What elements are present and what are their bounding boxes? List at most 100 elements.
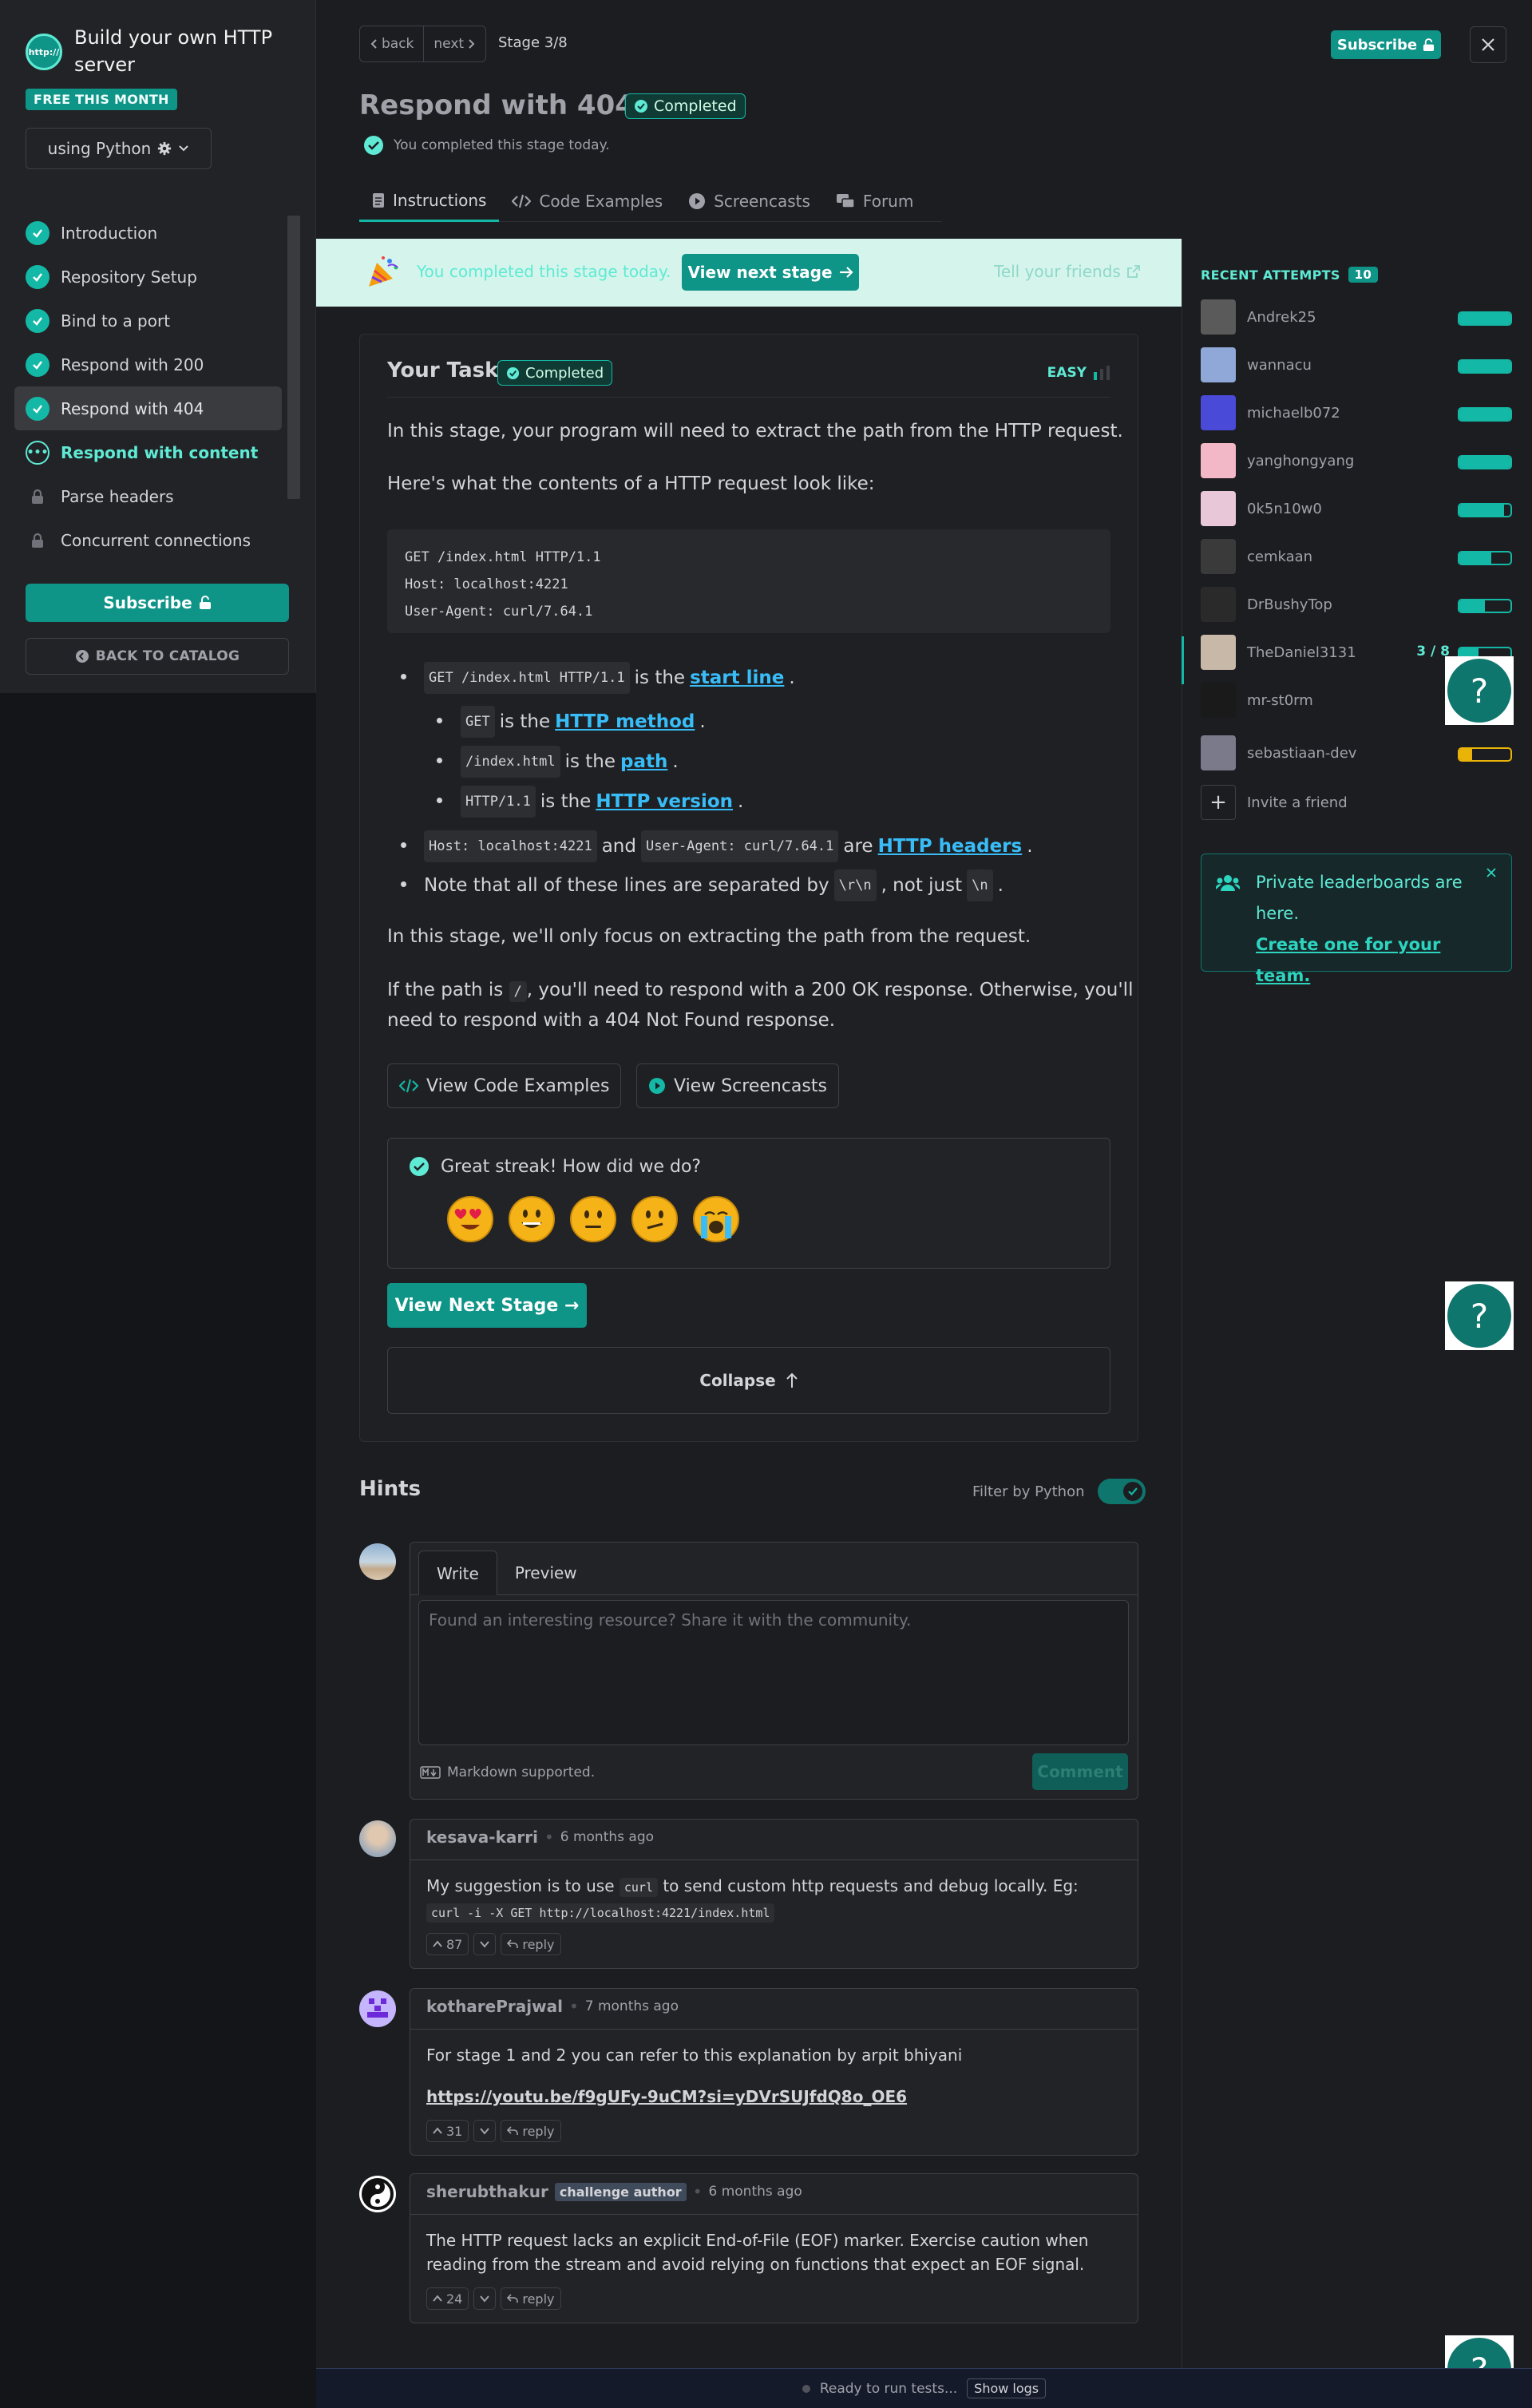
stage-item-repository-setup[interactable]: Repository Setup <box>14 255 282 299</box>
back-to-catalog-button[interactable]: BACK TO CATALOG <box>26 638 289 675</box>
attempt-row[interactable]: cemkaan <box>1201 538 1512 575</box>
help-button[interactable]: ? <box>1445 1281 1514 1350</box>
collapse-label: Collapse <box>699 1371 776 1390</box>
stage-item-concurrent-connections[interactable]: Concurrent connections <box>14 518 282 562</box>
stage-item-respond-200[interactable]: Respond with 200 <box>14 343 282 386</box>
comment-submit-button[interactable]: Comment <box>1032 1753 1128 1790</box>
avatar <box>1201 635 1236 670</box>
comment-composer: Write Preview Found an interesting resou… <box>410 1542 1138 1800</box>
downvote-button[interactable] <box>473 1933 497 1955</box>
show-logs-button[interactable]: Show logs <box>967 2378 1047 2398</box>
attempt-username: michaelb072 <box>1247 404 1340 422</box>
stage-label: Respond with 404 <box>61 398 204 418</box>
header-subscribe-button[interactable]: Subscribe <box>1331 30 1441 59</box>
completed-note-text: You completed this stage today. <box>394 137 610 153</box>
stage-label: Repository Setup <box>61 267 197 287</box>
stage-item-introduction[interactable]: Introduction <box>14 211 282 255</box>
composer-tabs: Write Preview <box>418 1551 595 1595</box>
confused-emoji-icon[interactable] <box>631 1196 678 1242</box>
next-button[interactable]: next <box>423 26 485 61</box>
http-version-link[interactable]: HTTP version <box>596 788 733 815</box>
start-line-link[interactable]: start line <box>690 664 784 691</box>
preview-tab[interactable]: Preview <box>497 1551 595 1595</box>
badge-label: Completed <box>525 364 604 382</box>
completed-note: You completed this stage today. <box>363 135 610 156</box>
comment-text: My suggestion is to use <box>426 1876 615 1895</box>
progress-bar <box>1458 455 1512 469</box>
attempt-row[interactable]: Andrek25 <box>1201 299 1512 335</box>
reply-button[interactable]: reply <box>501 2287 561 2310</box>
upvote-button[interactable]: 31 <box>426 2120 469 2142</box>
bullet-item: Note that all of these lines are separat… <box>424 869 1004 901</box>
comment-author[interactable]: kotharePrajwal <box>426 1997 563 2016</box>
language-selector[interactable]: using Python <box>26 128 212 169</box>
downvote-button[interactable] <box>473 2120 497 2142</box>
attempt-row[interactable]: sebastiaan-dev <box>1201 735 1512 771</box>
app-root: http:// Build your own HTTP server FREE … <box>0 0 1532 2408</box>
view-next-stage-button[interactable]: View next stage <box>682 254 859 291</box>
reply-button[interactable]: reply <box>501 2120 561 2142</box>
view-screencasts-button[interactable]: View Screencasts <box>636 1063 839 1108</box>
invite-friend-button[interactable]: + Invite a friend <box>1201 785 1348 820</box>
heart-eyes-emoji-icon[interactable] <box>447 1196 493 1242</box>
path-link[interactable]: path <box>620 748 667 775</box>
bullet-text: is the <box>634 667 686 688</box>
attempt-row[interactable]: DrBushyTop <box>1201 586 1512 623</box>
inline-code: curl -i -X GET http://localhost:4221/ind… <box>426 1903 775 1923</box>
close-icon[interactable] <box>1486 867 1497 878</box>
reply-button[interactable]: reply <box>501 1933 561 1955</box>
upvote-button[interactable]: 24 <box>426 2287 469 2310</box>
sidebar-scrollbar[interactable] <box>287 216 300 499</box>
inline-code: GET <box>461 706 495 738</box>
grin-emoji-icon[interactable] <box>509 1196 555 1242</box>
attempt-row[interactable]: yanghongyang <box>1201 442 1512 479</box>
write-tab[interactable]: Write <box>418 1551 497 1595</box>
downvote-button[interactable] <box>473 2287 497 2310</box>
stage-item-respond-content[interactable]: ••• Respond with content <box>14 430 282 474</box>
upvote-button[interactable]: 87 <box>426 1933 469 1955</box>
view-code-examples-button[interactable]: View Code Examples <box>387 1063 622 1108</box>
attempt-row[interactable]: 0k5n10w0 <box>1201 490 1512 527</box>
stage-item-bind-to-port[interactable]: Bind to a port <box>14 299 282 343</box>
collapse-button[interactable]: Collapse <box>387 1347 1110 1414</box>
comment-input[interactable]: Found an interesting resource? Share it … <box>418 1600 1129 1745</box>
author-badge: challenge author <box>554 2182 687 2201</box>
crying-emoji-icon[interactable] <box>693 1196 739 1242</box>
tab-forum[interactable]: Forum <box>823 180 926 222</box>
inline-code: /index.html <box>461 746 560 778</box>
view-next-stage-bottom-button[interactable]: View Next Stage → <box>387 1283 587 1328</box>
sidebar-subscribe-button[interactable]: Subscribe <box>26 584 289 622</box>
course-title: Build your own HTTP server <box>74 26 273 76</box>
http-headers-link[interactable]: HTTP headers <box>878 833 1023 860</box>
close-button[interactable] <box>1470 26 1506 63</box>
code-block: GET /index.html HTTP/1.1 Host: localhost… <box>387 529 1110 633</box>
help-button[interactable]: ? <box>1445 656 1514 725</box>
avatar <box>359 1543 396 1580</box>
stage-item-parse-headers[interactable]: Parse headers <box>14 474 282 518</box>
tab-code-examples[interactable]: Code Examples <box>499 180 675 222</box>
tab-screencasts[interactable]: Screencasts <box>675 180 823 222</box>
create-leaderboard-link[interactable]: Create one for your team. <box>1256 935 1440 985</box>
filter-toggle[interactable] <box>1097 1479 1146 1504</box>
play-icon <box>648 1077 666 1095</box>
http-method-link[interactable]: HTTP method <box>555 708 695 735</box>
attempt-username: wannacu <box>1247 356 1312 374</box>
back-button[interactable]: back <box>360 26 423 61</box>
attempt-row[interactable]: michaelb072 <box>1201 394 1512 431</box>
status-badge: Completed <box>625 93 746 119</box>
stage-item-respond-404[interactable]: Respond with 404 <box>14 386 282 430</box>
avatar <box>1201 347 1236 382</box>
check-circle-icon <box>26 352 49 377</box>
youtube-link[interactable]: https://youtu.be/f9gUFy-9uCM?si=yDVrSUJf… <box>426 2085 907 2109</box>
comment-card: kotharePrajwal • 7 months ago For stage … <box>410 1988 1138 2156</box>
neutral-emoji-icon[interactable] <box>570 1196 616 1242</box>
attempt-username: yanghongyang <box>1247 452 1355 469</box>
tell-friends-link[interactable]: Tell your friends <box>994 262 1140 281</box>
attempt-row[interactable]: wannacu <box>1201 347 1512 383</box>
comment-author[interactable]: sherubthakur <box>426 2182 548 2201</box>
paragraph-text: , you'll need to respond with a 200 OK r… <box>526 980 1134 1000</box>
tab-instructions[interactable]: Instructions <box>359 180 500 222</box>
bullet-text: is the <box>499 711 551 732</box>
avatar <box>359 1990 396 2027</box>
comment-author[interactable]: kesava-karri <box>426 1828 538 1847</box>
